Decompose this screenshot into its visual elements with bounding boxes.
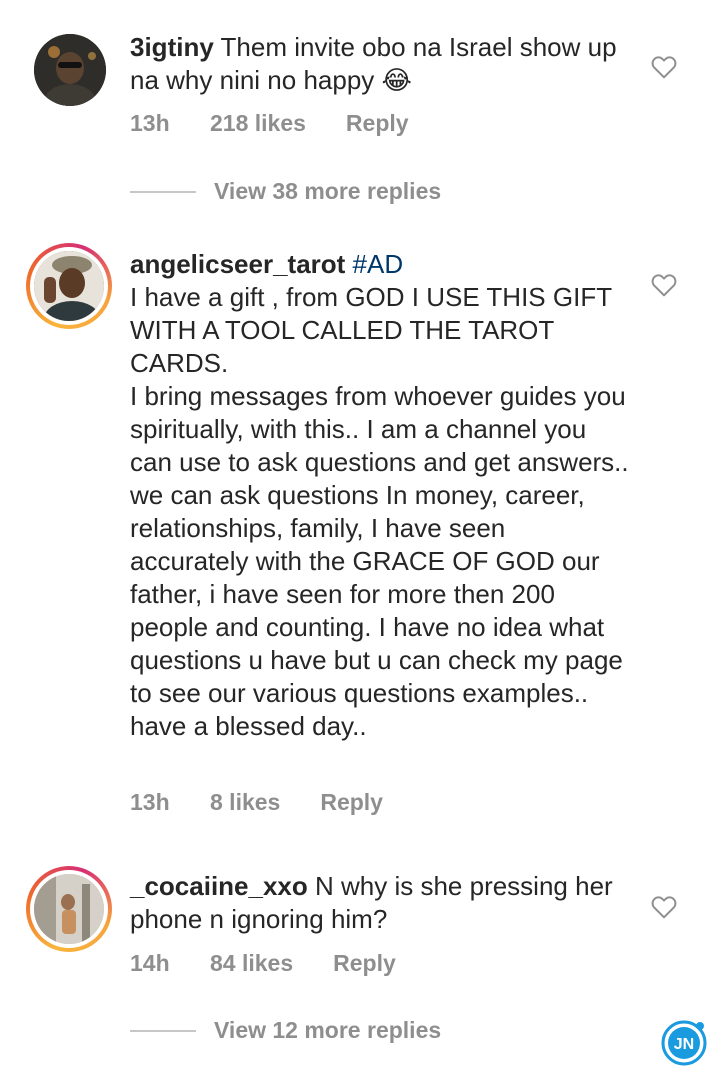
view-replies-label: View 12 more replies xyxy=(214,1017,442,1043)
comment-likes[interactable]: 8 likes xyxy=(210,789,280,816)
comment-meta: 13h 8 likes Reply xyxy=(130,789,383,816)
divider-line xyxy=(130,1029,196,1032)
comment-text: I have a gift , from GOD I USE THIS GIFT… xyxy=(130,282,629,741)
comment-likes[interactable]: 84 likes xyxy=(210,950,293,977)
heart-outline-icon[interactable] xyxy=(651,273,677,297)
reply-button[interactable]: Reply xyxy=(333,950,396,977)
comment-time: 14h xyxy=(130,950,170,976)
heart-outline-icon[interactable] xyxy=(651,55,677,79)
avatar[interactable] xyxy=(26,243,112,329)
comment-hashtag[interactable]: #AD xyxy=(345,249,404,279)
comment-username[interactable]: _cocaiine_xxo xyxy=(130,871,308,901)
view-replies-label: View 38 more replies xyxy=(214,178,442,204)
comment-time: 13h xyxy=(130,110,170,136)
view-more-replies-button[interactable]: View 12 more replies xyxy=(130,1017,441,1044)
jn-watermark-logo: JN xyxy=(661,1020,707,1066)
comment-username[interactable]: 3igtiny xyxy=(130,32,214,62)
comment-meta: 13h 218 likes Reply xyxy=(130,110,409,137)
comment-time: 13h xyxy=(130,789,170,815)
comment-body: _cocaiine_xxo N why is she pressing her … xyxy=(130,870,630,936)
avatar[interactable] xyxy=(26,866,112,952)
avatar-image xyxy=(34,34,106,106)
view-more-replies-button[interactable]: View 38 more replies xyxy=(130,178,441,205)
reply-button[interactable]: Reply xyxy=(346,110,409,137)
comment-likes[interactable]: 218 likes xyxy=(210,110,306,137)
heart-outline-icon[interactable] xyxy=(651,895,677,919)
avatar[interactable] xyxy=(34,34,106,106)
comment-username[interactable]: angelicseer_tarot xyxy=(130,249,345,279)
comment-body: 3igtiny Them invite obo na Israel show u… xyxy=(130,31,630,97)
watermark-text: JN xyxy=(674,1036,694,1053)
comment-meta: 14h 84 likes Reply xyxy=(130,950,396,977)
reply-button[interactable]: Reply xyxy=(320,789,383,816)
comment-body: angelicseer_tarot #AD I have a gift , fr… xyxy=(130,248,630,743)
divider-line xyxy=(130,190,196,193)
avatar-image xyxy=(34,874,104,944)
avatar-image xyxy=(34,251,104,321)
